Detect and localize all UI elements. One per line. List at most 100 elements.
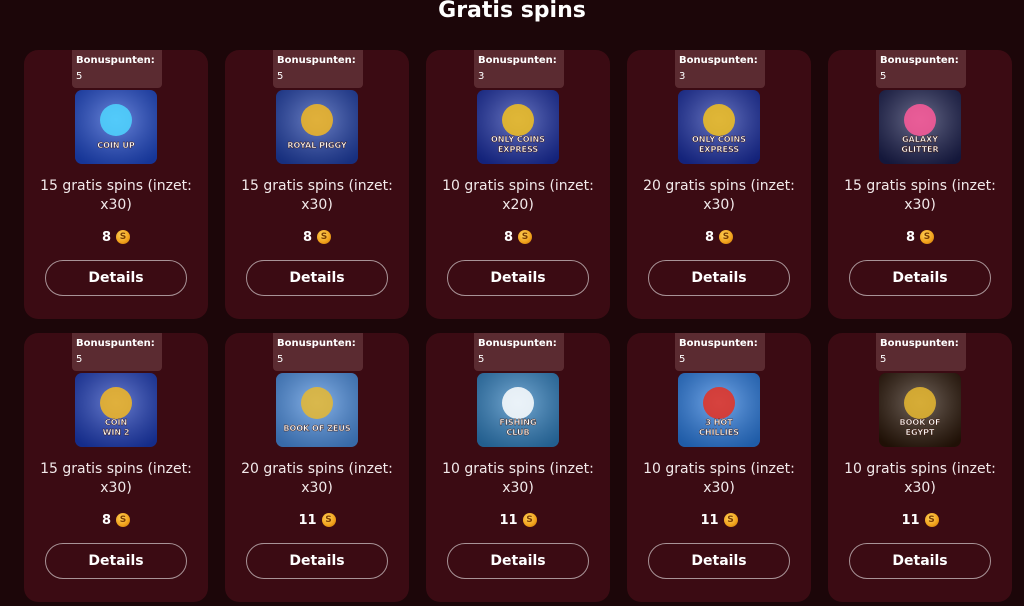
svg-text:BOOK OF: BOOK OF [900,418,941,427]
cost-value: 8 [905,229,916,245]
bonus-points-value: 3 [478,71,485,82]
bonus-points-label: Bonuspunten: [679,338,758,349]
bonus-points-badge: Bonuspunten: 5 [72,333,162,371]
svg-text:EXPRESS: EXPRESS [699,145,740,154]
game-thumbnail[interactable]: ROYAL PIGGY [276,90,358,164]
bonus-coin-icon: S [518,230,533,244]
details-button[interactable]: Details [849,543,991,579]
game-thumbnail[interactable]: BOOK OF ZEUS [276,373,358,447]
offer-text: 10 gratis spins (inzet: x30) [643,461,795,496]
bonus-coin-icon: S [522,513,537,527]
bonus-points-value: 5 [277,71,284,82]
offer-cost: 8 S [225,229,409,245]
bonus-points-badge: Bonuspunten: 5 [876,50,966,88]
offer-cost: 8 S [24,512,208,528]
cost-value: 11 [499,512,518,528]
bonus-points-value: 5 [76,71,83,82]
bonus-points-label: Bonuspunten: [76,338,155,349]
offer-cost: 8 S [627,229,811,245]
svg-text:CLUB: CLUB [506,428,529,437]
cost-value: 8 [704,229,715,245]
offer-card: Bonuspunten: 5 COIN WIN 2 15 gratis spins… [24,333,208,602]
bonus-points-badge: Bonuspunten: 5 [72,50,162,88]
svg-text:WIN 2: WIN 2 [103,428,130,437]
svg-text:FISHING: FISHING [499,418,536,427]
svg-text:BOOK OF ZEUS: BOOK OF ZEUS [283,424,350,433]
svg-text:EGYPT: EGYPT [906,428,936,437]
offer-card: Bonuspunten: 5 BOOK OF ZEUS 20 gratis sp… [225,333,409,602]
bonus-points-value: 5 [880,354,887,365]
offer-cost: 11 S [225,512,409,528]
bonus-points-label: Bonuspunten: [880,338,959,349]
bonus-coin-icon: S [719,230,734,244]
svg-text:GLITTER: GLITTER [901,145,938,154]
cost-value: 8 [101,229,112,245]
bonus-coin-icon: S [317,230,332,244]
coin-win-2-thumbnail: COINWIN 2 [75,373,157,447]
bonus-coin-icon: S [924,513,939,527]
bonus-coin-icon: S [723,513,738,527]
svg-text:EXPRESS: EXPRESS [498,145,539,154]
bonus-points-label: Bonuspunten: [478,55,557,66]
offer-text: 10 gratis spins (inzet: x20) [442,178,594,213]
cost-value: 8 [503,229,514,245]
game-thumbnail[interactable]: 3 HOT CHILLIES [678,373,760,447]
page-title: Gratis spins [438,0,586,23]
offer-cost: 11 S [426,512,610,528]
bonus-coin-icon: S [920,230,935,244]
game-thumbnail[interactable]: BOOK OF EGYPT [879,373,961,447]
svg-text:ONLY COINS: ONLY COINS [692,135,746,144]
book-of-zeus-thumbnail: BOOK OF ZEUS [276,373,358,447]
book-of-egypt-thumbnail: BOOK OFEGYPT [879,373,961,447]
galaxy-glitter-thumbnail: GALAXYGLITTER [879,90,961,164]
bonus-coin-icon: S [321,513,336,527]
bonus-coin-icon: S [116,513,131,527]
free-spins-grid: Bonuspunten: 5 COIN UP 15 gratis spins (… [24,50,1012,602]
bonus-points-label: Bonuspunten: [277,338,356,349]
svg-text:ROYAL PIGGY: ROYAL PIGGY [287,141,347,150]
bonus-points-value: 5 [76,354,83,365]
svg-text:CHILLIES: CHILLIES [699,428,739,437]
details-button[interactable]: Details [45,260,187,296]
offer-card: Bonuspunten: 5 COIN UP 15 gratis spins (… [24,50,208,319]
fishing-club-thumbnail: FISHINGCLUB [477,373,559,447]
bonus-points-value: 5 [679,354,686,365]
svg-text:GALAXY: GALAXY [902,135,938,144]
bonus-points-label: Bonuspunten: [478,338,557,349]
bonus-points-badge: Bonuspunten: 5 [876,333,966,371]
bonus-points-value: 5 [277,354,284,365]
details-button[interactable]: Details [648,260,790,296]
game-thumbnail[interactable]: GALAXY GLITTER [879,90,961,164]
only-coins-express-thumbnail: ONLY COINSEXPRESS [477,90,559,164]
details-button[interactable]: Details [648,543,790,579]
offer-text: 10 gratis spins (inzet: x30) [442,461,594,496]
game-thumbnail[interactable]: COIN WIN 2 [75,373,157,447]
offer-text: 15 gratis spins (inzet: x30) [844,178,996,213]
cost-value: 11 [298,512,317,528]
royal-piggy-thumbnail: ROYAL PIGGY [276,90,358,164]
game-thumbnail[interactable]: ONLY COINS EXPRESS [477,90,559,164]
details-button[interactable]: Details [447,543,589,579]
details-button[interactable]: Details [447,260,589,296]
offer-cost: 11 S [627,512,811,528]
offer-text: 20 gratis spins (inzet: x30) [643,178,795,213]
game-thumbnail[interactable]: FISHING CLUB [477,373,559,447]
details-button[interactable]: Details [849,260,991,296]
game-thumbnail[interactable]: ONLY COINS EXPRESS [678,90,760,164]
bonus-points-badge: Bonuspunten: 5 [675,333,765,371]
offer-cost: 8 S [828,229,1012,245]
offer-card: Bonuspunten: 5 FISHING CLUB 10 gratis spi… [426,333,610,602]
offer-text: 15 gratis spins (inzet: x30) [241,178,393,213]
bonus-points-badge: Bonuspunten: 5 [474,333,564,371]
details-button[interactable]: Details [45,543,187,579]
details-button[interactable]: Details [246,260,388,296]
offer-text: 20 gratis spins (inzet: x30) [241,461,393,496]
only-coins-express-thumbnail: ONLY COINSEXPRESS [678,90,760,164]
cost-value: 8 [302,229,313,245]
bonus-points-label: Bonuspunten: [76,55,155,66]
game-thumbnail[interactable]: COIN UP [75,90,157,164]
svg-text:COIN: COIN [105,418,127,427]
details-button[interactable]: Details [246,543,388,579]
bonus-points-value: 3 [679,71,686,82]
svg-text:COIN UP: COIN UP [97,141,135,150]
